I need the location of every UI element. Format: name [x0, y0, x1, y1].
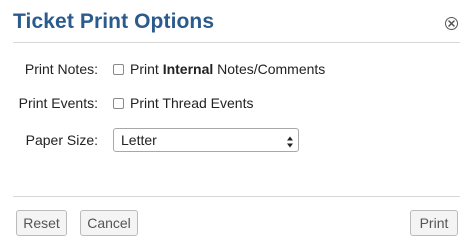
paper-size-value: Letter	[121, 132, 157, 148]
print-events-label: Print Events:	[18, 95, 98, 111]
print-notes-text-suffix: Notes/Comments	[213, 61, 326, 77]
print-notes-checkbox[interactable]	[113, 64, 124, 75]
cancel-button[interactable]: Cancel	[80, 210, 138, 236]
print-events-checkbox[interactable]	[113, 98, 124, 109]
close-icon[interactable]	[445, 17, 458, 30]
print-notes-option-text[interactable]: Print Internal Notes/Comments	[130, 61, 325, 77]
print-options-dialog: Ticket Print Options Print Notes: Print …	[0, 0, 474, 248]
print-notes-label: Print Notes:	[24, 61, 98, 77]
dialog-title: Ticket Print Options	[13, 10, 215, 33]
paper-size-select[interactable]: Letter	[113, 128, 299, 152]
print-button[interactable]: Print	[410, 210, 458, 236]
print-events-option-text[interactable]: Print Thread Events	[130, 95, 253, 111]
print-notes-text-prefix: Print	[130, 61, 163, 77]
paper-size-label: Paper Size:	[25, 132, 98, 148]
print-notes-text-bold: Internal	[162, 61, 214, 77]
footer-divider	[13, 196, 460, 197]
reset-button[interactable]: Reset	[16, 210, 67, 236]
header-divider	[13, 42, 460, 43]
select-arrows-icon	[286, 133, 294, 155]
